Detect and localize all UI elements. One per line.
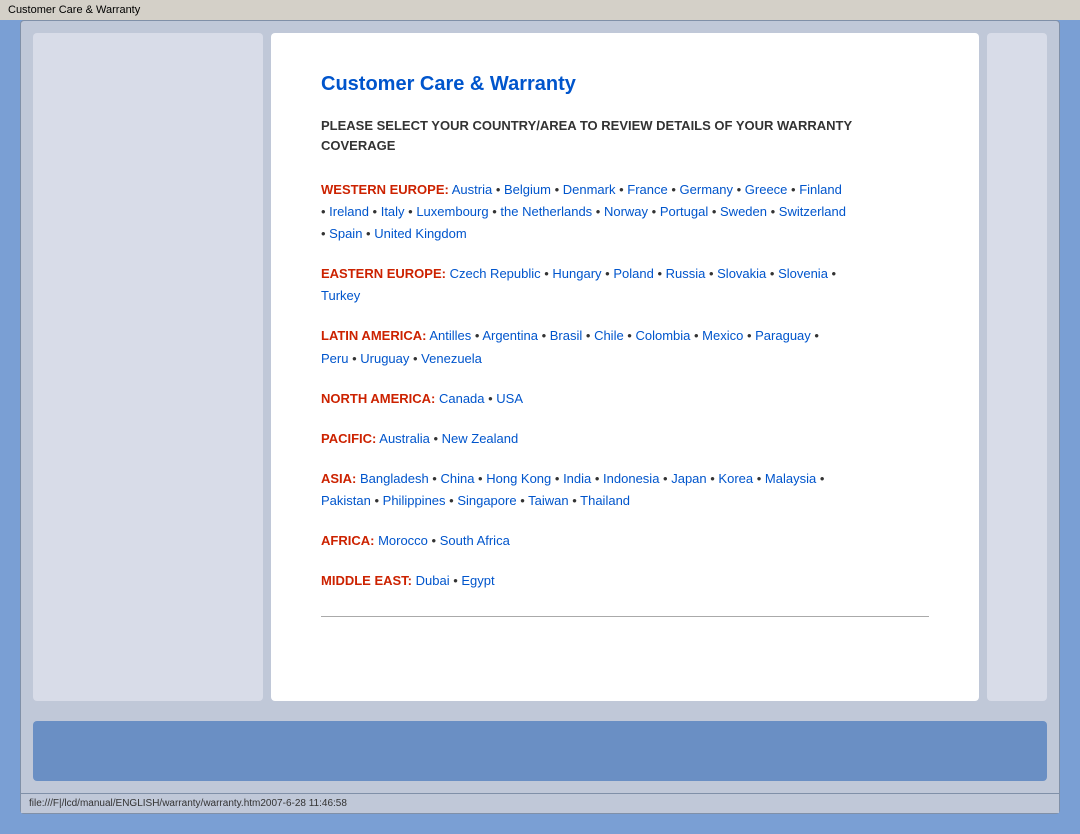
country-malaysia[interactable]: Malaysia bbox=[765, 471, 816, 486]
country-canada[interactable]: Canada bbox=[439, 391, 485, 406]
right-panel bbox=[987, 33, 1047, 701]
status-bar: file:///F|/lcd/manual/ENGLISH/warranty/w… bbox=[21, 793, 1059, 813]
country-morocco[interactable]: Morocco bbox=[378, 533, 428, 548]
country-hungary[interactable]: Hungary bbox=[552, 266, 601, 281]
country-australia[interactable]: Australia bbox=[379, 431, 430, 446]
title-bar-text: Customer Care & Warranty bbox=[8, 4, 140, 16]
country-philippines[interactable]: Philippines bbox=[383, 493, 446, 508]
country-brasil[interactable]: Brasil bbox=[550, 328, 583, 343]
country-united-kingdom[interactable]: United Kingdom bbox=[374, 226, 467, 241]
country-japan[interactable]: Japan bbox=[671, 471, 706, 486]
region-north-america: NORTH AMERICA: Canada • USA bbox=[321, 388, 929, 410]
country-antilles[interactable]: Antilles bbox=[429, 328, 471, 343]
country-turkey[interactable]: Turkey bbox=[321, 288, 360, 303]
country-switzerland[interactable]: Switzerland bbox=[779, 204, 846, 219]
country-bangladesh[interactable]: Bangladesh bbox=[360, 471, 429, 486]
region-label-africa: AFRICA: bbox=[321, 533, 374, 548]
bottom-bar bbox=[33, 721, 1047, 781]
country-chile[interactable]: Chile bbox=[594, 328, 624, 343]
intro-text: PLEASE SELECT YOUR COUNTRY/AREA TO REVIE… bbox=[321, 116, 929, 155]
country-india[interactable]: India bbox=[563, 471, 591, 486]
country-peru[interactable]: Peru bbox=[321, 351, 348, 366]
country-colombia[interactable]: Colombia bbox=[635, 328, 690, 343]
region-label-latin-america: LATIN AMERICA: bbox=[321, 328, 426, 343]
country-korea[interactable]: Korea bbox=[718, 471, 753, 486]
country-greece[interactable]: Greece bbox=[745, 182, 788, 197]
browser-window: Customer Care & Warranty PLEASE SELECT Y… bbox=[20, 20, 1060, 814]
country-spain[interactable]: Spain bbox=[329, 226, 362, 241]
country-singapore[interactable]: Singapore bbox=[457, 493, 516, 508]
country-taiwan[interactable]: Taiwan bbox=[528, 493, 568, 508]
country-netherlands[interactable]: the Netherlands bbox=[500, 204, 592, 219]
region-africa: AFRICA: Morocco • South Africa bbox=[321, 530, 929, 552]
country-venezuela[interactable]: Venezuela bbox=[421, 351, 482, 366]
region-asia: ASIA: Bangladesh • China • Hong Kong • I… bbox=[321, 468, 929, 512]
region-western-europe: WESTERN EUROPE: Austria • Belgium • Denm… bbox=[321, 179, 929, 245]
region-label-eastern-europe: EASTERN EUROPE: bbox=[321, 266, 446, 281]
country-ireland[interactable]: Ireland bbox=[329, 204, 369, 219]
country-indonesia[interactable]: Indonesia bbox=[603, 471, 659, 486]
country-mexico[interactable]: Mexico bbox=[702, 328, 743, 343]
country-thailand[interactable]: Thailand bbox=[580, 493, 630, 508]
country-germany[interactable]: Germany bbox=[680, 182, 733, 197]
region-label-western-europe: WESTERN EUROPE: bbox=[321, 182, 449, 197]
country-sweden[interactable]: Sweden bbox=[720, 204, 767, 219]
region-middle-east: MIDDLE EAST: Dubai • Egypt bbox=[321, 570, 929, 592]
region-label-north-america: NORTH AMERICA: bbox=[321, 391, 435, 406]
main-panel: Customer Care & Warranty PLEASE SELECT Y… bbox=[271, 33, 979, 701]
country-austria[interactable]: Austria bbox=[452, 182, 492, 197]
country-poland[interactable]: Poland bbox=[613, 266, 653, 281]
region-label-middle-east: MIDDLE EAST: bbox=[321, 573, 412, 588]
country-dubai[interactable]: Dubai bbox=[416, 573, 450, 588]
country-russia[interactable]: Russia bbox=[666, 266, 706, 281]
country-argentina[interactable]: Argentina bbox=[482, 328, 538, 343]
country-uruguay[interactable]: Uruguay bbox=[360, 351, 409, 366]
country-south-africa[interactable]: South Africa bbox=[440, 533, 510, 548]
country-usa[interactable]: USA bbox=[496, 391, 523, 406]
country-slovakia[interactable]: Slovakia bbox=[717, 266, 766, 281]
region-latin-america: LATIN AMERICA: Antilles • Argentina • Br… bbox=[321, 325, 929, 369]
country-paraguay[interactable]: Paraguay bbox=[755, 328, 811, 343]
page-title: Customer Care & Warranty bbox=[321, 73, 929, 96]
country-china[interactable]: China bbox=[440, 471, 474, 486]
region-pacific: PACIFIC: Australia • New Zealand bbox=[321, 428, 929, 450]
content-area: Customer Care & Warranty PLEASE SELECT Y… bbox=[21, 21, 1059, 713]
country-portugal[interactable]: Portugal bbox=[660, 204, 708, 219]
status-bar-text: file:///F|/lcd/manual/ENGLISH/warranty/w… bbox=[29, 798, 347, 809]
region-label-asia: ASIA: bbox=[321, 471, 356, 486]
separator bbox=[321, 616, 929, 617]
country-pakistan[interactable]: Pakistan bbox=[321, 493, 371, 508]
country-denmark[interactable]: Denmark bbox=[563, 182, 616, 197]
country-luxembourg[interactable]: Luxembourg bbox=[416, 204, 488, 219]
country-finland[interactable]: Finland bbox=[799, 182, 842, 197]
country-italy[interactable]: Italy bbox=[381, 204, 405, 219]
country-hong-kong[interactable]: Hong Kong bbox=[486, 471, 551, 486]
country-slovenia[interactable]: Slovenia bbox=[778, 266, 828, 281]
country-norway[interactable]: Norway bbox=[604, 204, 648, 219]
left-panel bbox=[33, 33, 263, 701]
region-label-pacific: PACIFIC: bbox=[321, 431, 376, 446]
country-egypt[interactable]: Egypt bbox=[461, 573, 494, 588]
country-belgium[interactable]: Belgium bbox=[504, 182, 551, 197]
country-czech-republic[interactable]: Czech Republic bbox=[450, 266, 541, 281]
title-bar: Customer Care & Warranty bbox=[0, 0, 1080, 20]
country-new-zealand[interactable]: New Zealand bbox=[442, 431, 519, 446]
region-eastern-europe: EASTERN EUROPE: Czech Republic • Hungary… bbox=[321, 263, 929, 307]
country-france[interactable]: France bbox=[627, 182, 667, 197]
